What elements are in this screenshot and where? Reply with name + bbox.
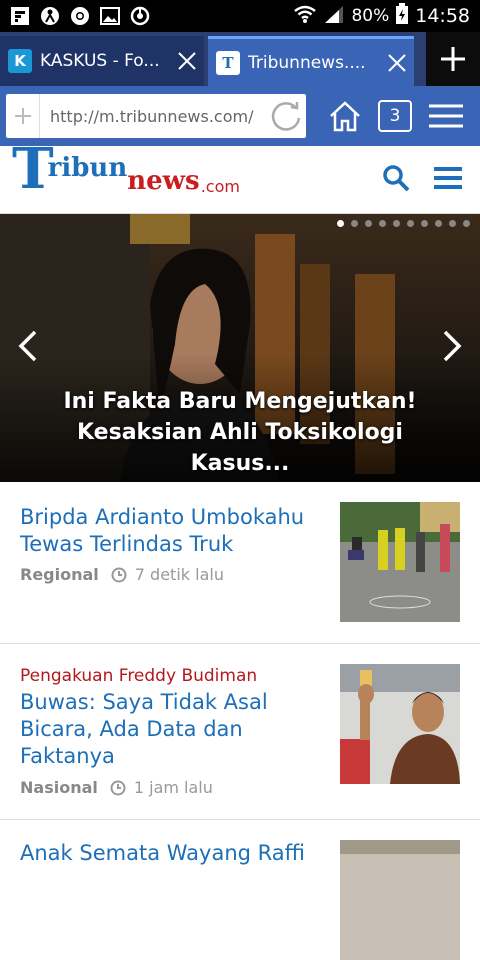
tab-title: Tribunnews....: [248, 52, 366, 73]
logo-text-news: news: [127, 166, 200, 196]
person-icon: [40, 6, 60, 26]
browser-toolbar: http://m.tribunnews.com/ 3: [0, 86, 480, 146]
tab-kaskus[interactable]: K KASKUS - Fo...: [0, 36, 204, 86]
article-thumbnail[interactable]: [340, 664, 460, 784]
article-category[interactable]: Regional: [20, 565, 99, 584]
article-item[interactable]: Anak Semata Wayang Raffi: [0, 820, 480, 960]
site-menu-button[interactable]: [430, 160, 466, 196]
article-meta: Nasional 1 jam lalu: [20, 778, 213, 797]
status-bar: 80% 14:58: [0, 0, 480, 32]
logo-text-main: Tribun: [12, 136, 128, 202]
article-title[interactable]: Buwas: Saya Tidak Asal Bicara, Ada Data …: [20, 689, 320, 770]
new-tab-button[interactable]: [426, 32, 480, 86]
site-header: Tribun news .com: [0, 141, 480, 214]
article-time: 1 jam lalu: [133, 778, 213, 797]
search-icon: [383, 165, 410, 192]
clock-icon: [110, 780, 126, 795]
headset-icon: [130, 6, 150, 26]
slider-dot[interactable]: [421, 220, 428, 227]
article-meta: Regional 7 detik lalu: [20, 565, 224, 584]
chevron-left-icon: [18, 330, 37, 362]
tribunnews-favicon-icon: T: [216, 50, 240, 75]
slider-dot[interactable]: [337, 220, 344, 227]
slider-dot[interactable]: [351, 220, 358, 227]
wifi-icon: [293, 4, 317, 29]
close-tab-icon[interactable]: [380, 43, 414, 83]
slider-next-button[interactable]: [432, 324, 472, 368]
address-bar[interactable]: http://m.tribunnews.com/: [6, 94, 306, 138]
slider-dot[interactable]: [379, 220, 386, 227]
slider-dot[interactable]: [365, 220, 372, 227]
article-thumbnail[interactable]: [340, 502, 460, 622]
article-title[interactable]: Bripda Ardianto Umbokahu Tewas Terlindas…: [20, 504, 320, 558]
article-kicker[interactable]: Pengakuan Freddy Budiman: [20, 666, 257, 686]
slider-dot[interactable]: [449, 220, 456, 227]
chevron-right-icon: [443, 330, 462, 362]
slider-dot[interactable]: [407, 220, 414, 227]
add-bookmark-icon[interactable]: [6, 94, 40, 138]
article-time: 7 detik lalu: [134, 565, 224, 584]
tribunnews-logo[interactable]: Tribun news .com: [12, 141, 240, 208]
thumbnail-image: [340, 840, 460, 960]
thumbnail-image: [340, 664, 460, 784]
logo-text-suffix: .com: [200, 177, 240, 196]
close-tab-icon[interactable]: [170, 41, 204, 81]
clock-icon: [111, 567, 127, 582]
article-item[interactable]: Pengakuan Freddy Budiman Buwas: Saya Tid…: [0, 644, 480, 820]
slider-dots: [337, 220, 470, 227]
slider-prev-button[interactable]: [8, 324, 48, 368]
chrome-icon: [70, 6, 90, 26]
hamburger-icon: [429, 104, 463, 128]
plus-icon: [441, 47, 465, 71]
article-category[interactable]: Nasional: [20, 778, 98, 797]
browser-menu-button[interactable]: [424, 94, 468, 138]
tab-tribunnews[interactable]: T Tribunnews....: [208, 36, 414, 86]
article-item[interactable]: Bripda Ardianto Umbokahu Tewas Terlindas…: [0, 482, 480, 644]
tab-bar: K KASKUS - Fo... T Tribunnews....: [0, 32, 480, 86]
slider-dot[interactable]: [435, 220, 442, 227]
battery-percent: 80%: [351, 6, 390, 26]
signal-icon: [323, 4, 345, 29]
reload-icon[interactable]: [266, 94, 306, 138]
clock-time: 14:58: [415, 5, 470, 27]
hamburger-icon: [434, 167, 462, 189]
hero-caption[interactable]: Ini Fakta Baru Mengejutkan! Kesaksian Ah…: [40, 386, 440, 479]
site-search-button[interactable]: [378, 160, 414, 196]
kaskus-favicon-icon: K: [8, 49, 32, 73]
tab-count-button[interactable]: 3: [378, 100, 412, 132]
slider-dot[interactable]: [463, 220, 470, 227]
slider-dot[interactable]: [393, 220, 400, 227]
url-text[interactable]: http://m.tribunnews.com/: [40, 107, 266, 126]
image-icon: [100, 6, 120, 26]
article-thumbnail[interactable]: [340, 840, 460, 960]
flipboard-icon: [10, 6, 30, 26]
home-icon: [330, 101, 360, 132]
home-button[interactable]: [324, 94, 366, 138]
thumbnail-image: [340, 502, 460, 622]
battery-icon: [395, 2, 409, 30]
hero-slider[interactable]: Ini Fakta Baru Mengejutkan! Kesaksian Ah…: [0, 214, 480, 482]
tab-title: KASKUS - Fo...: [40, 51, 160, 71]
